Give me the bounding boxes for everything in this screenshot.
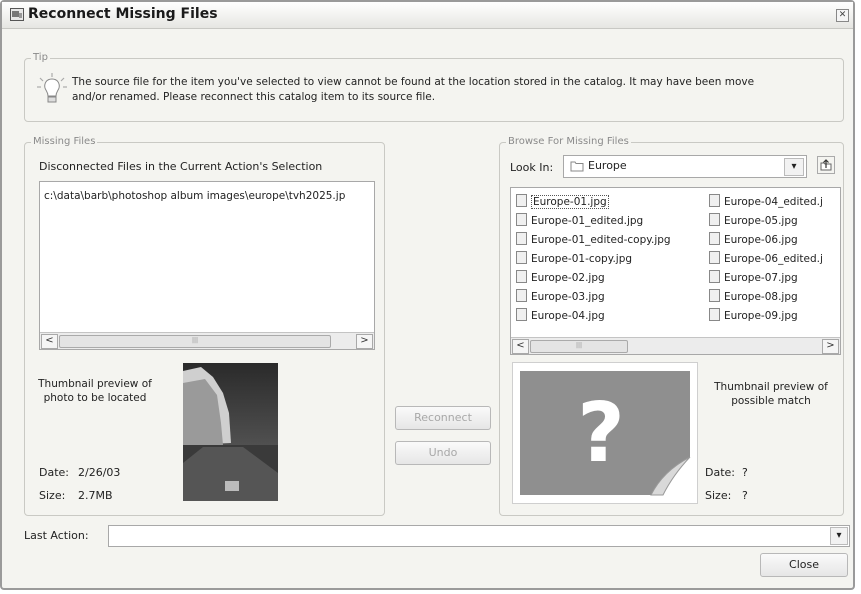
lightbulb-icon: [37, 72, 67, 109]
file-list-item[interactable]: Europe-01.jpg: [516, 194, 609, 209]
undo-button[interactable]: Undo: [395, 441, 491, 465]
image-file-icon: [709, 251, 720, 264]
chevron-down-icon[interactable]: ▾: [784, 158, 804, 176]
file-name: Europe-08.jpg: [724, 291, 798, 303]
missing-files-list[interactable]: c:\data\barb\photoshop album images\euro…: [39, 181, 375, 350]
file-name: Europe-06_edited.j: [724, 253, 823, 265]
file-name: Europe-09.jpg: [724, 310, 798, 322]
file-list-item[interactable]: Europe-01-copy.jpg: [516, 251, 632, 265]
missing-size-label: Size:: [39, 489, 66, 502]
file-list-item[interactable]: Europe-01_edited.jpg: [516, 213, 643, 227]
match-date-label: Date:: [705, 466, 735, 479]
file-name: Europe-01_edited-copy.jpg: [531, 234, 671, 246]
image-file-icon: [709, 194, 720, 207]
file-list-item[interactable]: Europe-04.jpg: [516, 308, 605, 322]
file-name: Europe-01-copy.jpg: [531, 253, 633, 265]
missing-thumb-caption-line2: photo to be located: [43, 392, 147, 404]
match-thumb-caption-line1: Thumbnail preview of: [714, 381, 828, 393]
file-list-item[interactable]: Europe-01_edited-copy.jpg: [516, 232, 671, 246]
scroll-left-icon[interactable]: <: [512, 339, 529, 354]
match-date-value: ?: [742, 466, 748, 479]
scroll-right-icon[interactable]: >: [356, 334, 373, 349]
missing-files-group: Missing Files Disconnected Files in the …: [24, 136, 385, 516]
browse-legend: Browse For Missing Files: [506, 136, 631, 147]
file-name: Europe-02.jpg: [531, 272, 605, 284]
missing-date-label: Date:: [39, 466, 69, 479]
scroll-left-icon[interactable]: <: [41, 334, 58, 349]
file-name: Europe-03.jpg: [531, 291, 605, 303]
image-file-icon: [516, 213, 527, 226]
scroll-right-icon[interactable]: >: [822, 339, 839, 354]
disconnected-files-heading: Disconnected Files in the Current Action…: [39, 160, 323, 173]
image-file-icon: [516, 270, 527, 283]
look-in-select[interactable]: Europe ▾: [563, 155, 807, 178]
file-list-item[interactable]: Europe-07.jpg: [709, 270, 798, 284]
file-list-item[interactable]: Europe-08.jpg: [709, 289, 798, 303]
image-file-icon: [516, 194, 527, 207]
chevron-down-icon[interactable]: ▾: [830, 527, 848, 545]
look-in-label: Look In:: [510, 161, 554, 174]
tip-legend: Tip: [31, 52, 50, 63]
file-list-item[interactable]: Europe-04_edited.j: [709, 194, 823, 208]
file-list-item[interactable]: Europe-06.jpg: [709, 232, 798, 246]
close-button[interactable]: Close: [760, 553, 848, 577]
file-list-item[interactable]: Europe-05.jpg: [709, 213, 798, 227]
image-file-icon: [709, 270, 720, 283]
file-name: Europe-01.jpg: [531, 195, 609, 209]
image-file-icon: [516, 289, 527, 302]
match-size-value: ?: [742, 489, 748, 502]
tip-group: Tip The source file for the item you've …: [24, 52, 844, 122]
file-list-item[interactable]: Europe-09.jpg: [709, 308, 798, 322]
last-action-select[interactable]: ▾: [108, 525, 850, 547]
browse-group: Browse For Missing Files Look In: Europe…: [499, 136, 844, 516]
missing-file-path[interactable]: c:\data\barb\photoshop album images\euro…: [44, 190, 370, 202]
match-size-label: Size:: [705, 489, 732, 502]
match-thumb-caption: Thumbnail preview of possible match: [705, 380, 837, 408]
image-file-icon: [709, 213, 720, 226]
missing-thumb-caption: Thumbnail preview of photo to be located: [35, 377, 155, 405]
image-file-icon: [516, 308, 527, 321]
look-in-value: Europe: [588, 159, 627, 172]
up-folder-icon[interactable]: [817, 156, 835, 174]
file-list-item[interactable]: Europe-03.jpg: [516, 289, 605, 303]
app-icon: [10, 8, 24, 21]
file-list-item[interactable]: Europe-02.jpg: [516, 270, 605, 284]
title-bar: Reconnect Missing Files ✕: [2, 2, 853, 29]
browse-list-hscrollbar[interactable]: < ||| >: [511, 337, 840, 354]
missing-size-value: 2.7MB: [78, 489, 113, 502]
tip-line-1: The source file for the item you've sele…: [72, 76, 755, 88]
missing-thumb-caption-line1: Thumbnail preview of: [38, 378, 152, 390]
image-file-icon: [709, 289, 720, 302]
match-thumb-caption-line2: possible match: [731, 395, 811, 407]
image-file-icon: [709, 232, 720, 245]
scroll-thumb[interactable]: |||: [530, 340, 628, 353]
reconnect-dialog: Reconnect Missing Files ✕ Tip The source…: [0, 0, 855, 590]
image-file-icon: [516, 232, 527, 245]
missing-list-hscrollbar[interactable]: < ||| >: [40, 332, 374, 349]
file-list-item[interactable]: Europe-06_edited.j: [709, 251, 823, 265]
last-action-label: Last Action:: [24, 529, 89, 542]
close-icon[interactable]: ✕: [836, 9, 849, 22]
missing-date-value: 2/26/03: [78, 466, 121, 479]
browse-files-list[interactable]: Europe-01.jpg Europe-01_edited.jpg Europe-…: [510, 187, 841, 355]
file-name: Europe-04.jpg: [531, 310, 605, 322]
file-name: Europe-07.jpg: [724, 272, 798, 284]
image-file-icon: [709, 308, 720, 321]
file-name: Europe-05.jpg: [724, 215, 798, 227]
file-name: Europe-06.jpg: [724, 234, 798, 246]
missing-files-legend: Missing Files: [31, 136, 98, 147]
reconnect-button[interactable]: Reconnect: [395, 406, 491, 430]
scroll-thumb[interactable]: |||: [59, 335, 331, 348]
tip-line-2: and/or renamed. Please reconnect this ca…: [72, 91, 436, 103]
missing-photo-thumbnail: [183, 363, 278, 501]
file-name: Europe-04_edited.j: [724, 196, 823, 208]
file-name: Europe-01_edited.jpg: [531, 215, 644, 227]
possible-match-thumbnail: ?: [512, 362, 698, 504]
dialog-title: Reconnect Missing Files: [28, 6, 218, 22]
image-file-icon: [516, 251, 527, 264]
svg-text:?: ?: [577, 386, 625, 481]
folder-icon: [570, 160, 584, 175]
